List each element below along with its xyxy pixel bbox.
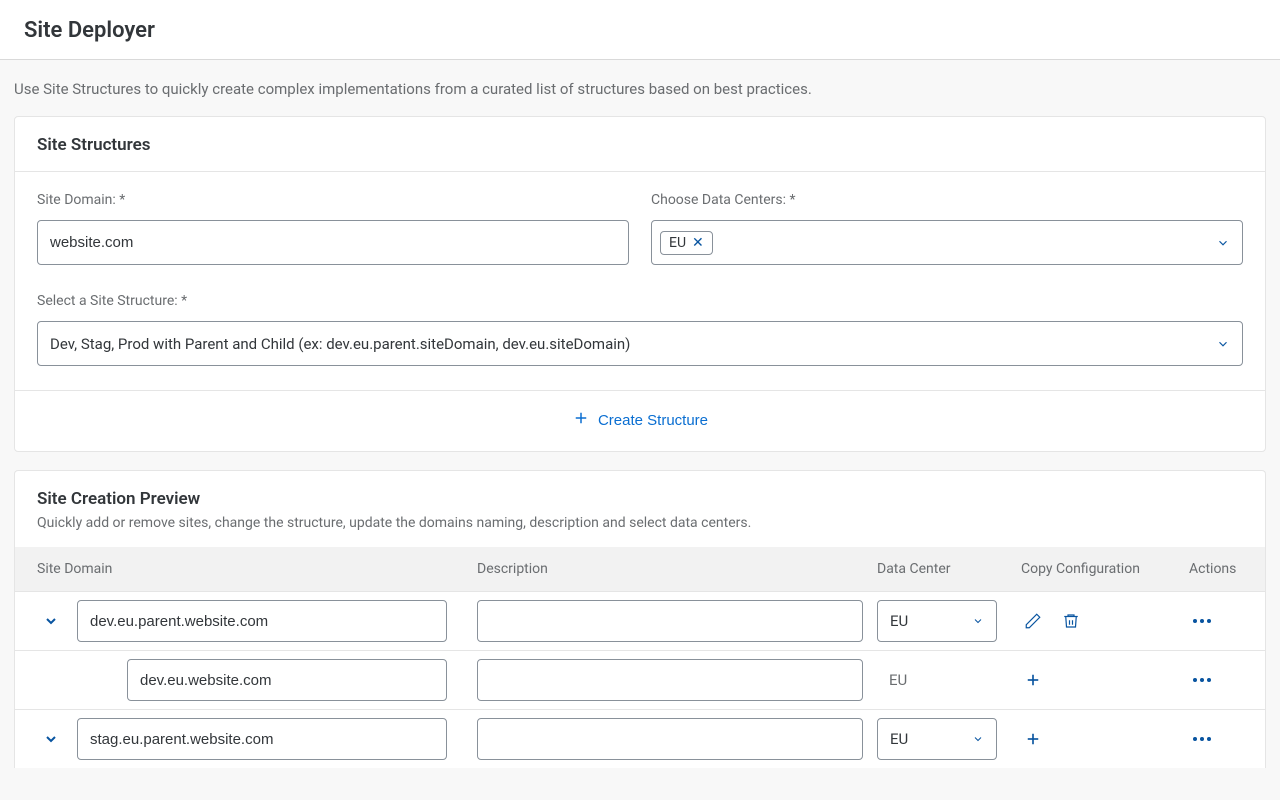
site-structure-value: Dev, Stag, Prod with Parent and Child (e…: [50, 335, 630, 353]
chevron-down-icon: [1216, 337, 1230, 351]
create-structure-label: Create Structure: [598, 412, 708, 429]
expand-toggle[interactable]: [37, 613, 65, 629]
dc-chip-label: EU: [669, 235, 686, 251]
preview-subtitle: Quickly add or remove sites, change the …: [37, 515, 1243, 531]
plus-icon[interactable]: [1021, 668, 1045, 692]
dc-chip-eu: EU ✕: [660, 231, 713, 255]
table-row: EU: [15, 592, 1265, 651]
site-domain-label: Site Domain: *: [37, 192, 629, 208]
chevron-down-icon: [972, 615, 984, 627]
plus-icon[interactable]: [1021, 727, 1045, 751]
close-icon[interactable]: ✕: [692, 236, 704, 250]
plus-icon: [572, 409, 590, 431]
col-data-center: Data Center: [877, 561, 1021, 577]
row-dc-select[interactable]: EU: [877, 600, 997, 642]
page-title: Site Deployer: [24, 18, 1256, 43]
data-centers-label: Choose Data Centers: *: [651, 192, 1243, 208]
site-structure-select[interactable]: Dev, Stag, Prod with Parent and Child (e…: [37, 321, 1243, 366]
chevron-down-icon: [972, 733, 984, 745]
table-header: Site Domain Description Data Center Copy…: [15, 547, 1265, 592]
site-structure-label: Select a Site Structure: *: [37, 293, 1243, 309]
row-description-input[interactable]: [477, 659, 863, 701]
row-dc-select[interactable]: EU: [877, 718, 997, 760]
chevron-down-icon: [1216, 236, 1230, 250]
expand-toggle[interactable]: [37, 731, 65, 747]
site-structures-title: Site Structures: [15, 117, 1265, 171]
site-structures-card: Site Structures Site Domain: * Choose Da…: [14, 116, 1266, 452]
row-dc-value: EU: [877, 671, 907, 689]
edit-icon[interactable]: [1021, 609, 1045, 633]
more-actions-icon[interactable]: [1189, 733, 1215, 745]
row-description-input[interactable]: [477, 600, 863, 642]
col-actions: Actions: [1189, 561, 1243, 577]
row-domain-input[interactable]: [77, 718, 447, 760]
row-dc-value: EU: [890, 612, 908, 630]
row-dc-value: EU: [890, 730, 908, 748]
trash-icon[interactable]: [1059, 609, 1083, 633]
preview-title: Site Creation Preview: [37, 489, 1243, 509]
row-description-input[interactable]: [477, 718, 863, 760]
col-description: Description: [477, 561, 877, 577]
row-domain-input[interactable]: [77, 600, 447, 642]
intro-text: Use Site Structures to quickly create co…: [0, 60, 1280, 116]
table-row: EU: [15, 651, 1265, 710]
site-creation-preview-card: Site Creation Preview Quickly add or rem…: [14, 470, 1266, 768]
data-centers-select[interactable]: EU ✕: [651, 220, 1243, 265]
row-domain-input[interactable]: [127, 659, 447, 701]
col-site-domain: Site Domain: [37, 561, 477, 577]
site-domain-input[interactable]: [37, 220, 629, 265]
table-row: EU: [15, 710, 1265, 768]
col-copy-config: Copy Configuration: [1021, 561, 1189, 577]
more-actions-icon[interactable]: [1189, 615, 1215, 627]
create-structure-button[interactable]: Create Structure: [572, 409, 708, 431]
more-actions-icon[interactable]: [1189, 674, 1215, 686]
